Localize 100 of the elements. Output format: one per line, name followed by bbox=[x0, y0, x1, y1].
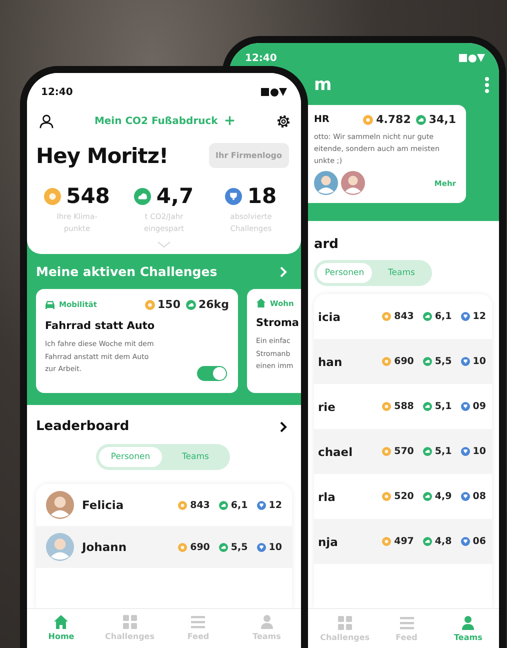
trophy-icon bbox=[460, 492, 470, 501]
person-name: rie bbox=[318, 400, 336, 414]
stat-value: 843 bbox=[190, 500, 210, 510]
add-button[interactable]: + bbox=[224, 113, 236, 129]
section-title: Meine aktiven Challenges bbox=[36, 264, 218, 279]
coin-icon bbox=[363, 114, 374, 124]
stat-value: 12 bbox=[268, 500, 282, 510]
cloud-icon bbox=[218, 542, 228, 552]
trophy-icon bbox=[460, 312, 470, 321]
leaderboard-row[interactable]: Felicia 843 6,1 12 bbox=[36, 484, 292, 526]
status-time: 12:40 bbox=[41, 86, 73, 98]
stat-value: 6,1 bbox=[434, 311, 452, 322]
stat-value: 12 bbox=[472, 311, 486, 322]
stat-value: 843 bbox=[394, 311, 414, 322]
trophy-icon bbox=[460, 357, 470, 366]
leaderboard-row[interactable]: nja 497 4,8 06 bbox=[314, 519, 492, 564]
leaderboard-row[interactable]: rla 520 4,9 08 bbox=[314, 474, 492, 519]
coin-icon bbox=[382, 447, 392, 456]
cloud-icon bbox=[422, 537, 432, 546]
trophy-icon bbox=[460, 447, 470, 456]
trophy-icon bbox=[256, 500, 266, 510]
cloud-icon bbox=[218, 500, 228, 510]
coin-icon bbox=[382, 357, 392, 366]
person-name: Johann bbox=[82, 540, 128, 554]
leaderboard-row[interactable]: rie 588 5,1 09 bbox=[314, 384, 492, 429]
stat-value: 4,7 bbox=[156, 184, 194, 208]
stat-value: 08 bbox=[472, 491, 486, 502]
car-icon bbox=[45, 300, 55, 310]
user-icon[interactable] bbox=[39, 114, 54, 128]
segment-tab[interactable]: Teams bbox=[164, 447, 227, 467]
leaderboard-row[interactable]: Johann 690 5,5 10 bbox=[36, 526, 292, 568]
cloud-icon bbox=[422, 312, 432, 321]
stat-value: 10 bbox=[472, 356, 486, 367]
person-name: rla bbox=[318, 490, 336, 504]
stat-value: 690 bbox=[394, 356, 414, 367]
stat-value: 4,8 bbox=[434, 536, 452, 547]
stat-value: 6,1 bbox=[230, 500, 248, 510]
settings-icon[interactable] bbox=[276, 114, 291, 128]
stat-value: 10 bbox=[268, 542, 282, 552]
stat-value: 10 bbox=[472, 446, 486, 457]
stat-value: 4.782 bbox=[376, 113, 411, 126]
nav-tab[interactable]: Home bbox=[27, 614, 96, 648]
menu-icon bbox=[190, 614, 206, 630]
person-icon bbox=[460, 615, 476, 631]
stat-value: 150 bbox=[158, 298, 180, 311]
stat-value: 497 bbox=[394, 536, 414, 547]
coin-icon bbox=[382, 402, 392, 411]
house-icon bbox=[53, 614, 70, 630]
leaderboard-row[interactable]: han 690 5,5 10 bbox=[314, 339, 492, 384]
cloud-icon bbox=[422, 447, 432, 456]
stat-value: 5,1 bbox=[434, 401, 452, 412]
challenge-title: Stroma bbox=[256, 317, 300, 329]
avatar-icon bbox=[314, 171, 338, 195]
leaderboard-row[interactable]: chael 570 5,1 10 bbox=[314, 429, 492, 474]
trophy-icon bbox=[460, 402, 470, 411]
app-title: Mein CO2 Fußabdruck bbox=[94, 116, 218, 126]
coin-icon bbox=[144, 300, 155, 310]
status-icons bbox=[261, 88, 287, 96]
stat-value: 548 bbox=[66, 184, 110, 208]
avatar-icon bbox=[46, 491, 74, 519]
chevron-down-icon[interactable] bbox=[157, 241, 171, 248]
stat-value: 5,1 bbox=[434, 446, 452, 457]
trophy-icon bbox=[225, 188, 242, 204]
cloud-icon bbox=[422, 402, 432, 411]
cloud-icon bbox=[422, 492, 432, 501]
greeting: Hey Moritz! bbox=[36, 144, 168, 168]
grid-icon bbox=[122, 614, 138, 630]
cloud-icon bbox=[186, 300, 196, 310]
more-icon[interactable] bbox=[485, 77, 489, 93]
stat-value: 5,5 bbox=[434, 356, 452, 367]
challenge-title: Fahrrad statt Auto bbox=[45, 320, 156, 332]
person-icon bbox=[258, 614, 275, 630]
leaderboard-row[interactable]: icia 843 6,1 12 bbox=[314, 294, 492, 339]
person-name: nja bbox=[318, 534, 339, 548]
section-title: ard bbox=[314, 237, 338, 252]
person-name: han bbox=[318, 354, 344, 368]
segment-tab[interactable]: Teams bbox=[374, 263, 429, 283]
coin-icon bbox=[382, 312, 392, 321]
status-time: 12:40 bbox=[245, 52, 277, 64]
person-name: chael bbox=[318, 444, 354, 458]
cloud-icon bbox=[422, 357, 432, 366]
segment-tab[interactable]: Personen bbox=[99, 447, 162, 467]
status-icons bbox=[459, 54, 485, 62]
segment-tab[interactable]: Personen bbox=[317, 263, 372, 283]
screen-title: m bbox=[314, 75, 332, 95]
stat-value: 570 bbox=[394, 446, 414, 457]
avatar-icon bbox=[46, 533, 74, 561]
avatar-icon bbox=[341, 171, 365, 195]
stat-value: 06 bbox=[472, 536, 486, 547]
coin-icon bbox=[178, 500, 188, 510]
stat-value: 18 bbox=[247, 184, 277, 208]
coin-icon bbox=[44, 188, 62, 204]
cloud-icon bbox=[134, 188, 152, 204]
coin-icon bbox=[382, 537, 392, 546]
toggle-switch[interactable] bbox=[197, 366, 227, 381]
stat-value: 520 bbox=[394, 491, 414, 502]
logo-upload-field[interactable]: Ihr Firmenlogo bbox=[208, 143, 289, 168]
stat-value: 26kg bbox=[198, 298, 229, 311]
coin-icon bbox=[178, 542, 188, 552]
nav-tab[interactable]: Teams bbox=[437, 615, 499, 648]
